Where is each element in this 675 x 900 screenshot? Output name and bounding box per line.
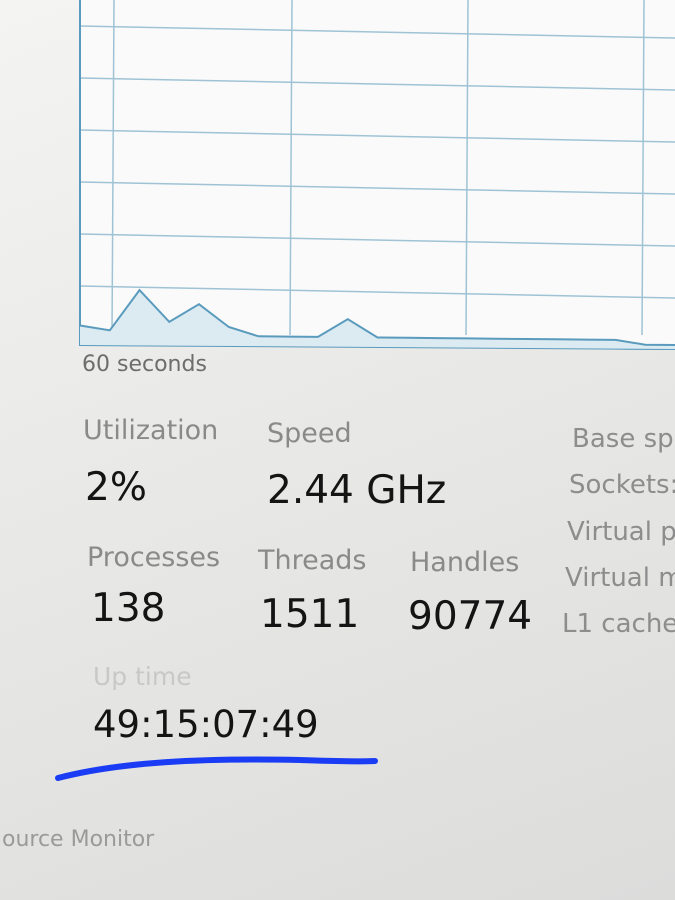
handles-label: Handles: [410, 547, 520, 578]
utilization-value: 2%: [85, 465, 147, 510]
processes-label: Processes: [87, 542, 221, 573]
threads-value: 1511: [260, 592, 360, 637]
cpu-utilization-graph: [79, 0, 675, 350]
virtual-processors-label: Virtual p: [567, 517, 675, 547]
graph-background: [80, 0, 675, 345]
graph-time-span-label: 60 seconds: [82, 352, 207, 377]
utilization-label: Utilization: [83, 415, 219, 446]
handles-value: 90774: [408, 594, 533, 639]
threads-label: Threads: [258, 545, 367, 576]
processes-value: 138: [91, 586, 166, 631]
base-speed-label: Base sp: [572, 424, 674, 454]
virtual-machine-label: Virtual m: [565, 563, 675, 593]
uptime-underline-stroke: [55, 756, 378, 781]
uptime-label: Up time: [93, 662, 192, 691]
task-manager-cpu-panel: 60 seconds Utilization 2% Speed 2.44 GHz…: [0, 0, 675, 900]
uptime-value: 49:15:07:49: [93, 703, 319, 746]
speed-label: Speed: [267, 418, 352, 449]
sockets-label: Sockets:: [569, 470, 675, 500]
open-resource-monitor-link[interactable]: ource Monitor: [2, 827, 154, 852]
l1-cache-label: L1 cache:: [562, 609, 675, 639]
speed-value: 2.44 GHz: [267, 468, 447, 513]
